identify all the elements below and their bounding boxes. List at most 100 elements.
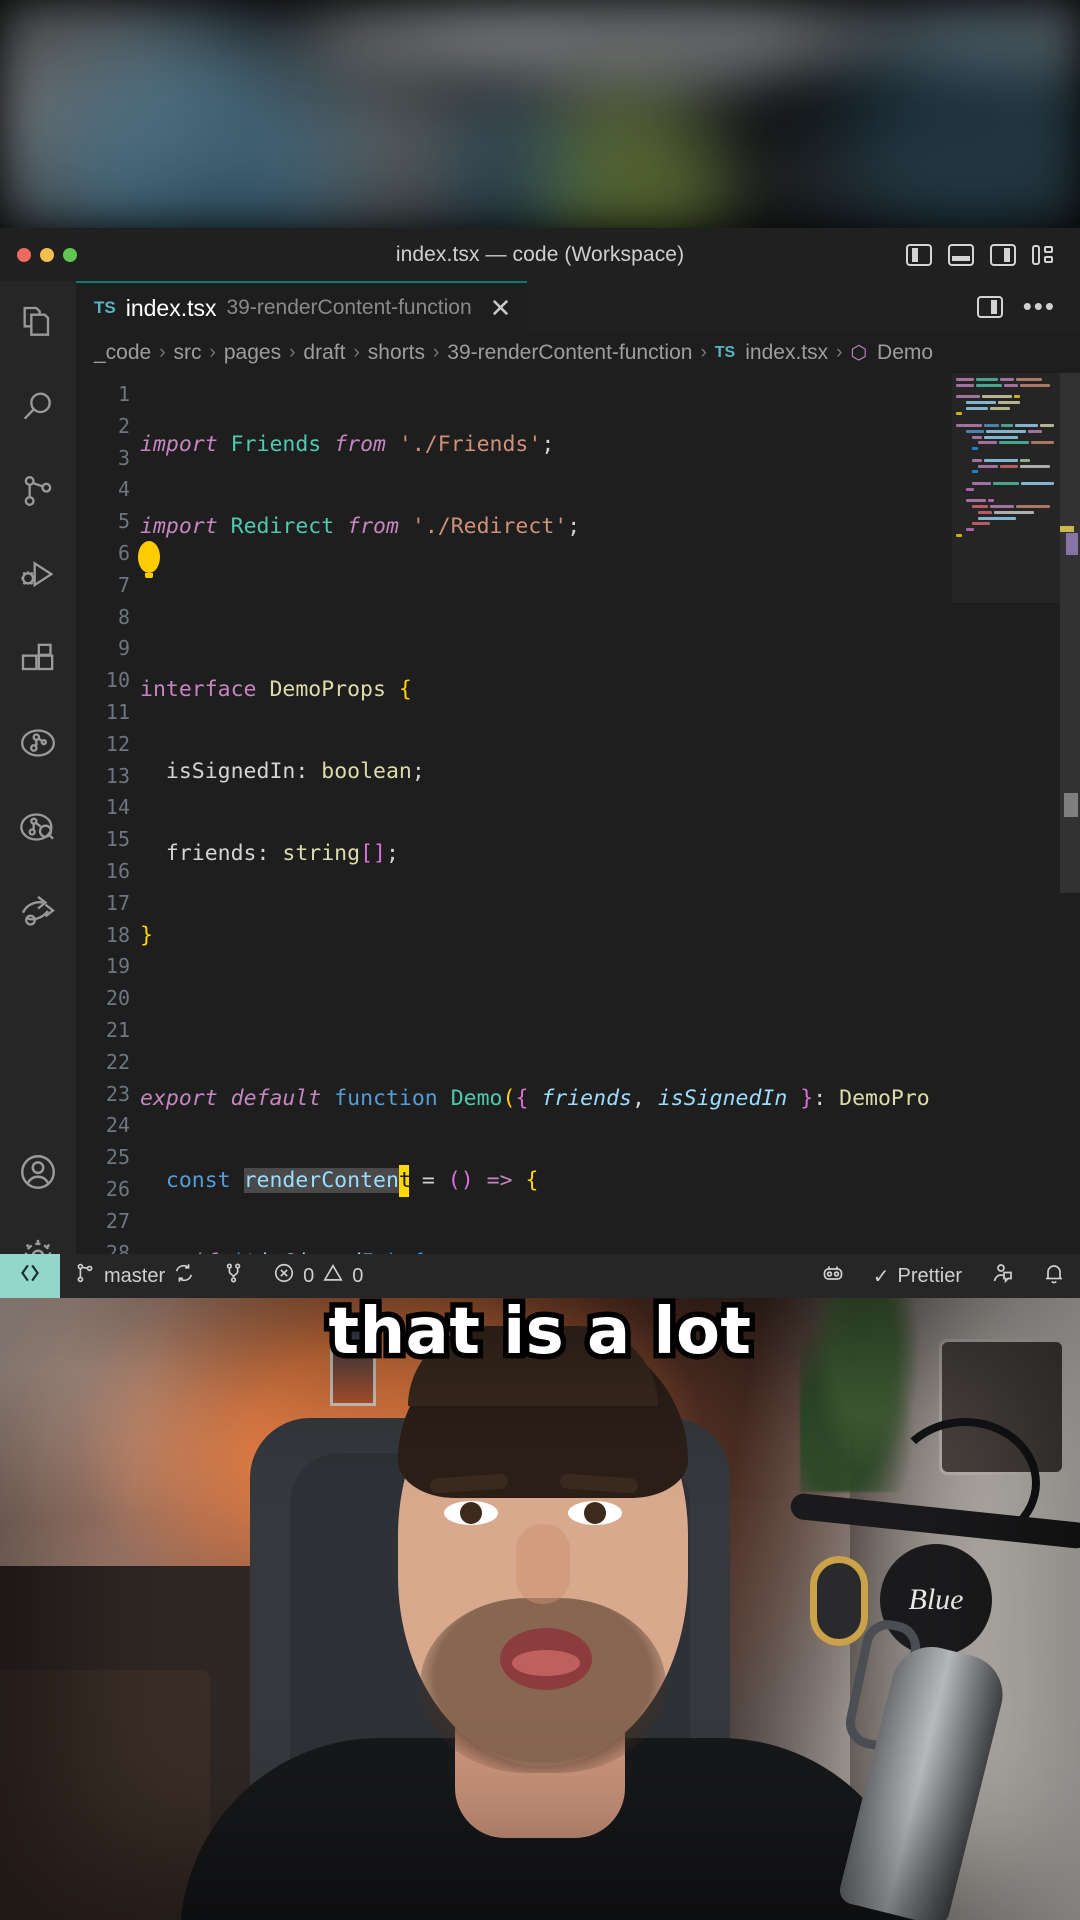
activitybar-item-testing[interactable] — [0, 701, 76, 785]
share-icon — [18, 891, 58, 931]
code-line: isSignedIn: boolean; — [165, 759, 425, 785]
breadcrumb-item-1[interactable]: src — [174, 341, 202, 365]
layout-toggles — [906, 243, 1080, 266]
error-icon — [273, 1262, 295, 1290]
line-number: 10 — [105, 668, 130, 693]
extensions-icon — [18, 639, 58, 679]
webcam-video: Blue — [0, 1298, 1080, 1920]
video-vignette — [0, 1298, 1080, 1920]
activitybar-item-run-and-debug[interactable] — [0, 533, 76, 617]
activitybar-item-graph[interactable] — [0, 785, 76, 869]
tab-description: 39-renderContent-function — [226, 296, 472, 319]
editor-group: TS index.tsx 39-renderContent-function ✕… — [76, 281, 1080, 1298]
breadcrumb-separator: › — [836, 342, 843, 363]
activity-bar: 1 — [0, 281, 76, 1298]
editor-tab-bar: TS index.tsx 39-renderContent-function ✕… — [76, 281, 1080, 333]
breadcrumb-separator: › — [432, 342, 440, 363]
code-editor[interactable]: 1 2 3 4 5 6 7 8 9 10 11 12 13 14 15 16 1… — [76, 373, 1080, 1298]
activitybar-item-share[interactable] — [0, 869, 76, 953]
more-actions-icon[interactable]: ••• — [1023, 294, 1056, 319]
line-number: 6 — [117, 540, 130, 565]
status-branch-compare[interactable] — [209, 1254, 259, 1298]
overview-marker-cursor — [1060, 526, 1074, 532]
minimize-window-button[interactable] — [40, 247, 54, 262]
breadcrumb-separator: › — [159, 342, 166, 363]
sync-icon[interactable] — [173, 1262, 195, 1290]
minimap-content — [956, 377, 1055, 539]
toggle-secondary-sidebar-icon[interactable] — [990, 243, 1016, 266]
workbench-body: 1 TS index.tsx 39-renderContent-function… — [0, 281, 1080, 1298]
breadcrumb[interactable]: _code › src › pages › draft › shorts › 3… — [76, 333, 1080, 373]
line-number: 12 — [105, 731, 130, 756]
activitybar-item-search[interactable] — [0, 365, 76, 449]
activitybar-item-accounts[interactable] — [0, 1130, 76, 1214]
close-icon[interactable]: ✕ — [490, 295, 512, 321]
code-line: import Redirect from './Redirect'; — [140, 513, 581, 539]
activitybar-item-explorer[interactable] — [0, 281, 76, 365]
check-icon: ✓ — [872, 1265, 890, 1288]
customize-layout-icon[interactable] — [1032, 244, 1058, 266]
tab-index-tsx[interactable]: TS index.tsx 39-renderContent-function ✕ — [76, 281, 528, 333]
feedback-icon — [990, 1261, 1014, 1291]
line-number: 11 — [105, 699, 130, 724]
code-content[interactable]: import Friends from './Friends'; import … — [140, 373, 952, 1298]
breadcrumb-item-3[interactable]: draft — [303, 341, 345, 365]
breadcrumb-item-6[interactable]: index.tsx — [745, 341, 828, 365]
overview-marker-selection — [1066, 533, 1078, 555]
activitybar-item-extensions[interactable] — [0, 617, 76, 701]
line-number: 19 — [105, 954, 130, 979]
status-ports[interactable] — [807, 1254, 859, 1298]
remote-window-indicator[interactable] — [0, 1254, 60, 1298]
typescript-file-icon: TS — [94, 298, 116, 317]
backdrop-veil — [0, 0, 1080, 228]
toggle-panel-icon[interactable] — [948, 243, 974, 266]
search-icon — [18, 387, 58, 427]
code-line: interface DemoProps { — [140, 677, 412, 703]
breadcrumb-item-2[interactable]: pages — [224, 341, 281, 365]
line-number: 1 — [117, 382, 130, 406]
screen-root: index.tsx — code (Workspace) TS index.ts… — [0, 0, 1080, 1920]
subtitle-caption: that is a lot — [323, 1290, 757, 1375]
status-formatter-label: Prettier — [897, 1264, 962, 1287]
code-line: import Friends from './Friends'; — [140, 432, 555, 457]
line-number: 17 — [105, 890, 130, 915]
line-number: 18 — [105, 922, 130, 947]
line-number: 7 — [117, 572, 130, 597]
maximize-window-button[interactable] — [63, 247, 77, 262]
tab-label: index.tsx — [125, 294, 217, 321]
line-number: 25 — [105, 1145, 130, 1170]
traffic-lights — [17, 247, 77, 262]
code-line: const renderContent = () => { — [140, 1165, 952, 1197]
breadcrumb-item-4[interactable]: shorts — [368, 341, 425, 365]
line-number: 2 — [117, 413, 130, 438]
line-number-gutter: 1 2 3 4 5 6 7 8 9 10 11 12 13 14 15 16 1… — [76, 373, 160, 1298]
status-feedback[interactable] — [976, 1254, 1028, 1298]
code-line: } — [140, 922, 153, 948]
title-bar: index.tsx — code (Workspace) — [0, 228, 1080, 281]
breadcrumb-item-5[interactable]: 39-renderContent-function — [447, 341, 692, 365]
status-notifications[interactable] — [1028, 1254, 1080, 1298]
line-number: 24 — [105, 1113, 130, 1138]
status-formatter[interactable]: ✓ Prettier — [859, 1254, 976, 1298]
status-problems[interactable]: 0 0 — [259, 1254, 377, 1298]
minimap[interactable] — [952, 373, 1060, 1298]
overview-ruler-scrollbar[interactable] — [1060, 373, 1080, 1298]
breadcrumb-item-0[interactable]: _code — [94, 341, 151, 365]
activitybar-item-source-control[interactable] — [0, 449, 76, 533]
breadcrumb-item-7[interactable]: Demo — [877, 341, 933, 365]
bell-icon — [1042, 1261, 1066, 1291]
status-branch[interactable]: master — [60, 1254, 209, 1298]
line-number: 21 — [105, 1017, 130, 1042]
graph-search-icon — [18, 807, 58, 847]
split-editor-icon[interactable] — [976, 296, 1003, 318]
source-control-icon — [18, 471, 58, 511]
breadcrumb-file-icon: TS — [714, 344, 736, 361]
line-number: 20 — [105, 986, 130, 1011]
vscode-window: index.tsx — code (Workspace) TS index.ts… — [0, 228, 1080, 1298]
close-window-button[interactable] — [17, 247, 31, 262]
line-number: 9 — [117, 636, 130, 661]
status-bar: master 0 0 ✓ Prettier — [0, 1254, 1080, 1298]
toggle-primary-sidebar-icon[interactable] — [906, 243, 932, 266]
status-branch-label: master — [104, 1264, 166, 1287]
status-warning-count: 0 — [352, 1264, 364, 1287]
